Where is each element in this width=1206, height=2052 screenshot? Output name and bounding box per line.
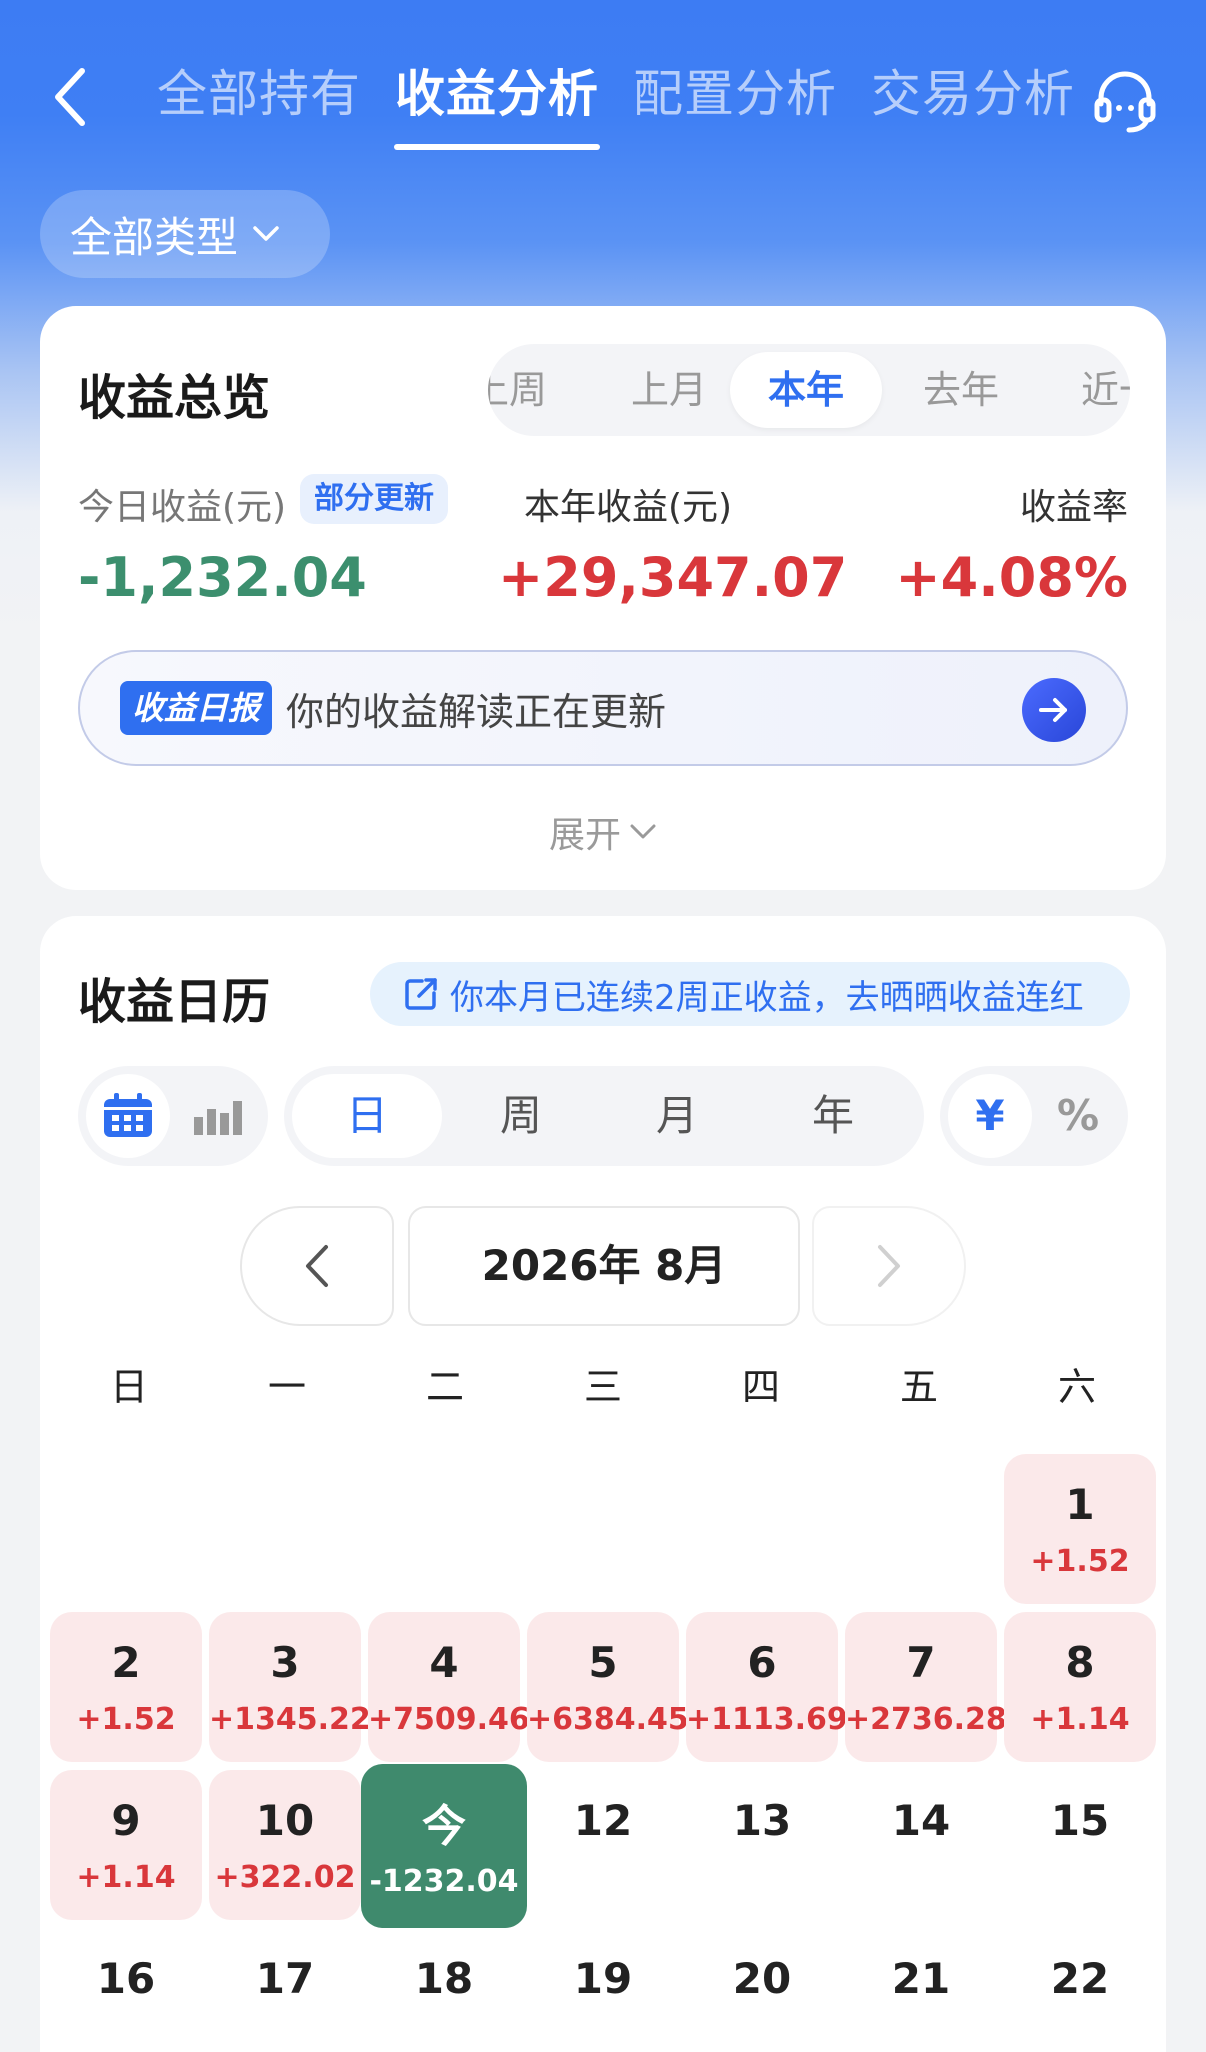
share-streak-banner[interactable]: 你本月已连续2周正收益，去晒晒收益连红: [370, 962, 1130, 1026]
overview-title: 收益总览: [78, 370, 271, 426]
chevron-left-icon: [306, 1245, 328, 1287]
calendar-day[interactable]: 16: [50, 1928, 202, 2052]
calendar-icon: [104, 1093, 152, 1137]
unit-toggle: ¥ %: [940, 1066, 1128, 1166]
calendar-day[interactable]: 6 +1113.69: [686, 1612, 848, 1762]
chevron-down-icon: [253, 226, 279, 241]
tab-all-holdings[interactable]: 全部持有: [140, 54, 378, 134]
current-month-label[interactable]: 2026年 8月: [408, 1206, 800, 1326]
calendar-day[interactable]: 13: [686, 1770, 838, 1920]
top-nav: 全部持有 收益分析 配置分析 交易分析: [0, 0, 1206, 170]
granularity-day[interactable]: 日: [292, 1074, 442, 1158]
unit-percent[interactable]: %: [1036, 1074, 1120, 1158]
calendar-day[interactable]: 10 +322.02: [209, 1770, 361, 1920]
weekday-mon: 一: [267, 1365, 306, 1409]
calendar-day[interactable]: 20: [686, 1928, 838, 2052]
share-icon: [405, 978, 437, 1010]
bar-chart-view-button[interactable]: [176, 1074, 260, 1158]
granularity-week[interactable]: 周: [446, 1074, 596, 1158]
bar-chart-icon: [194, 1101, 242, 1135]
weekday-fri: 五: [899, 1365, 938, 1409]
calendar-title: 收益日历: [78, 974, 271, 1030]
calendar-day[interactable]: 7 +2736.28: [845, 1612, 1007, 1762]
calendar-view-button[interactable]: [86, 1074, 170, 1158]
calendar-day[interactable]: 5 +6384.45: [527, 1612, 689, 1762]
today-profit-value: -1,232.04: [78, 546, 367, 609]
calendar-day[interactable]: 8 +1.14: [1004, 1612, 1156, 1762]
weekday-sat: 六: [1057, 1365, 1096, 1409]
period-recent[interactable]: 近一: [1044, 344, 1130, 436]
period-last-year[interactable]: 去年: [886, 344, 1036, 436]
daily-report-text: 你的收益解读正在更新: [286, 689, 667, 734]
calendar-day[interactable]: 12: [527, 1770, 679, 1920]
calendar-day[interactable]: 15: [1004, 1770, 1156, 1920]
expand-label: 展开: [548, 815, 621, 856]
year-profit-label: 本年收益(元): [524, 487, 733, 528]
calendar-day[interactable]: 14: [845, 1770, 997, 1920]
type-filter-label: 全部类型: [70, 212, 239, 262]
calendar-day[interactable]: 1 +1.52: [1004, 1454, 1156, 1604]
calendar-day[interactable]: 18: [368, 1928, 520, 2052]
chevron-left-icon: [55, 68, 85, 126]
period-selector: 上周 上月 本年 去年 近一: [488, 344, 1130, 436]
granularity-toggle: 日 周 月 年: [284, 1066, 924, 1166]
calendar-day[interactable]: 2 +1.52: [50, 1612, 202, 1762]
customer-service-button[interactable]: [1085, 60, 1165, 140]
calendar-day-today[interactable]: 今 -1232.04: [361, 1764, 527, 1928]
expand-button[interactable]: 展开: [40, 806, 1166, 858]
weekday-thu: 四: [741, 1365, 780, 1409]
return-rate-label: 收益率: [1019, 487, 1128, 528]
tab-profit-analysis[interactable]: 收益分析: [378, 54, 616, 150]
tab-trade-analysis[interactable]: 交易分析: [854, 54, 1092, 134]
calendar-day[interactable]: 21: [845, 1928, 997, 2052]
headset-icon: [1094, 71, 1156, 133]
weekday-tue: 二: [425, 1365, 464, 1409]
daily-report-badge: 收益日报: [120, 681, 273, 735]
year-profit-value: +29,347.07: [498, 546, 848, 609]
back-button[interactable]: [40, 62, 100, 132]
unit-amount[interactable]: ¥: [948, 1074, 1032, 1158]
daily-report-banner[interactable]: 收益日报 你的收益解读正在更新: [78, 650, 1128, 766]
granularity-year[interactable]: 年: [758, 1074, 908, 1158]
type-filter-dropdown[interactable]: 全部类型: [40, 190, 330, 278]
tab-allocation-analysis[interactable]: 配置分析: [616, 54, 854, 134]
today-profit-label: 今日收益(元): [78, 487, 287, 528]
calendar-day[interactable]: 3 +1345.22: [209, 1612, 371, 1762]
profit-overview-card: 收益总览 上周 上月 本年 去年 近一 今日收益(元) 部分更新 -1,232.…: [40, 306, 1166, 890]
share-streak-text: 你本月已连续2周正收益，去晒晒收益连红: [450, 977, 1084, 1018]
chevron-right-icon: [878, 1245, 900, 1287]
calendar-day[interactable]: 17: [209, 1928, 361, 2052]
calendar-day[interactable]: 19: [527, 1928, 679, 2052]
weekday-sun: 日: [109, 1365, 148, 1409]
period-this-year[interactable]: 本年: [730, 352, 882, 428]
calendar-day[interactable]: 4 +7509.46: [368, 1612, 530, 1762]
period-last-month[interactable]: 上月: [594, 344, 744, 436]
arrow-right-icon[interactable]: [1022, 678, 1086, 742]
profit-calendar-card: 收益日历 你本月已连续2周正收益，去晒晒收益连红 日 周 月 年 ¥ % 202…: [40, 916, 1166, 2052]
chevron-down-icon: [630, 824, 656, 839]
period-last-week[interactable]: 上周: [488, 344, 584, 436]
view-mode-toggle: [78, 1066, 268, 1166]
return-rate-value: +4.08%: [895, 546, 1128, 609]
partial-update-badge: 部分更新: [300, 474, 448, 524]
analysis-tabs: 全部持有 收益分析 配置分析 交易分析: [140, 54, 1092, 150]
weekday-wed: 三: [583, 1365, 622, 1409]
calendar-day[interactable]: 9 +1.14: [50, 1770, 202, 1920]
calendar-day[interactable]: 22: [1004, 1928, 1156, 2052]
granularity-month[interactable]: 月: [602, 1074, 752, 1158]
next-month-button[interactable]: [812, 1206, 966, 1326]
previous-month-button[interactable]: [240, 1206, 394, 1326]
